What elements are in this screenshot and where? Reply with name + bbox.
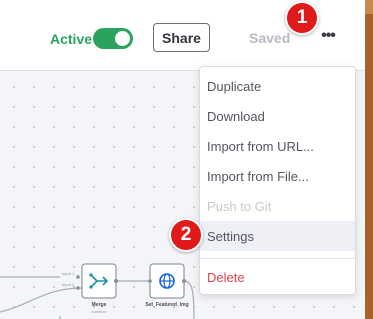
connection-line [183, 280, 195, 319]
more-options-button[interactable]: ••• [318, 27, 338, 47]
output-handle[interactable] [182, 279, 186, 283]
node-label: Merge [91, 302, 107, 308]
connection-line [0, 287, 83, 313]
menu-item-import-file[interactable]: Import from File... [200, 161, 355, 191]
menu-item-download[interactable]: Download [200, 101, 355, 131]
annotation-badge-1: 1 [285, 1, 319, 35]
share-button[interactable]: Share [153, 23, 210, 52]
menu-item-import-url[interactable]: Import from URL... [200, 131, 355, 161]
background-edge-highlight [365, 0, 373, 14]
menu-item-delete[interactable]: Delete [200, 262, 355, 292]
menu-item-push-to-git: Push to Git [207, 198, 272, 214]
active-label: Active [50, 31, 93, 47]
saved-status: Saved [249, 30, 291, 46]
input-label: Input 2 [62, 282, 75, 287]
menu-item-settings[interactable]: Settings [200, 221, 355, 251]
active-toggle[interactable] [93, 28, 133, 49]
background-edge [365, 0, 373, 319]
input-handle[interactable] [76, 275, 80, 279]
annotation-badge-2: 2 [169, 218, 203, 252]
workflow-options-menu: Duplicate Download Import from URL... Im… [199, 66, 356, 295]
menu-item-duplicate[interactable]: Duplicate [200, 71, 355, 101]
input-handle[interactable] [76, 286, 80, 290]
node-subtitle: combine [91, 309, 107, 314]
toggle-knob [115, 31, 130, 46]
output-handle[interactable] [114, 279, 118, 283]
menu-divider [200, 258, 355, 259]
input-label: Input 1 [62, 271, 75, 276]
more-horizontal-icon: ••• [321, 27, 336, 44]
input-handle[interactable] [148, 279, 152, 283]
node-label: Set_Featured_Img [145, 302, 189, 308]
